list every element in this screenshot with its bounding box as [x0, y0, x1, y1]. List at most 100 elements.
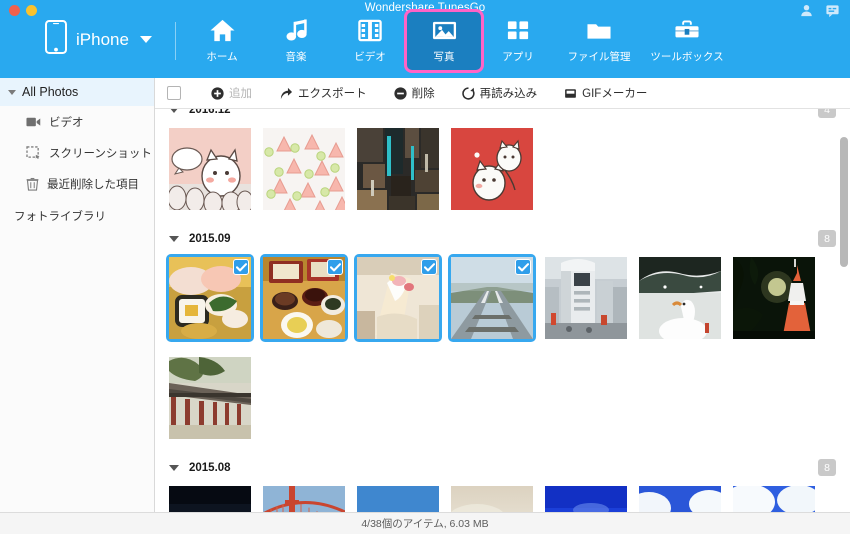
sidebar-item-video[interactable]: ビデオ [0, 106, 154, 137]
tab-photo[interactable]: 写真 [407, 12, 481, 70]
chevron-down-icon[interactable] [8, 89, 16, 95]
photo-thumbnail-cat-penguin-illustration[interactable] [169, 128, 251, 210]
photo-cell[interactable] [263, 482, 357, 512]
photo-thumbnail-cat-red-illustration[interactable] [451, 128, 533, 210]
photo-cell[interactable] [169, 124, 263, 218]
photo-image [733, 257, 815, 339]
photo-cell[interactable] [448, 253, 545, 347]
photo-group-header[interactable]: 2016.12 4 [169, 109, 850, 124]
photo-cell[interactable] [263, 124, 357, 218]
photo-cell[interactable] [451, 124, 545, 218]
chevron-down-icon[interactable] [169, 464, 179, 471]
photo-image [545, 257, 627, 339]
photo-thumbnail-deep-blue[interactable] [545, 486, 627, 512]
photo-row [169, 482, 850, 512]
photo-cell[interactable] [169, 482, 263, 512]
tab-video-label: ビデオ [354, 51, 386, 63]
gif-maker-button[interactable]: GIFメーカー [564, 85, 647, 101]
export-button[interactable]: エクスポート [279, 85, 367, 101]
tab-home[interactable]: ホーム [185, 12, 259, 70]
photo-group-header[interactable]: 2015.09 8 [169, 224, 850, 253]
chevron-down-icon[interactable] [169, 235, 179, 242]
feedback-icon[interactable] [825, 3, 840, 18]
photo-thumbnail-watermelon-kiwi-pattern[interactable] [263, 128, 345, 210]
photo-thumbnail-shrine-corridor[interactable] [169, 357, 251, 439]
window-right-icons [799, 3, 840, 18]
tab-home-label: ホーム [206, 51, 238, 63]
photo-image [169, 128, 251, 210]
photo-grid-scroll-area[interactable]: 2016.12 4 2015.09 8 2015.08 8 [155, 109, 850, 512]
photo-grid: 2016.12 4 2015.09 8 2015.08 8 [155, 109, 850, 512]
tab-video[interactable]: ビデオ [333, 12, 407, 70]
photo-cell[interactable] [357, 482, 451, 512]
photo-image [639, 486, 721, 512]
photo-group-header[interactable]: 2015.08 8 [169, 453, 850, 482]
sidebar-item-screenshot-label: スクリーンショット [49, 147, 152, 160]
photo-selected-checkmark-icon[interactable] [327, 259, 343, 275]
action-toolbar: 追加 エクスポート 削除 再読み込み GIFメーカー [155, 78, 850, 109]
delete-button[interactable]: 削除 [394, 85, 435, 101]
minimize-button[interactable] [26, 5, 37, 16]
photo-cell[interactable] [357, 124, 451, 218]
photo-cell[interactable] [169, 353, 263, 447]
tab-toolbox[interactable]: ツールボックス [643, 12, 731, 70]
sidebar-item-screenshot[interactable]: スクリーンショット [0, 137, 154, 168]
photo-thumbnail-hazy-sky[interactable] [451, 486, 533, 512]
tab-music[interactable]: 音楽 [259, 12, 333, 70]
photo-thumbnail-japanese-meal-set[interactable] [260, 254, 348, 342]
photo-cell[interactable] [545, 253, 639, 347]
photo-icon [431, 18, 458, 43]
photo-thumbnail-swan-on-lake[interactable] [639, 257, 721, 339]
chevron-down-icon[interactable] [169, 109, 179, 113]
photo-cell[interactable] [166, 253, 263, 347]
photo-selected-checkmark-icon[interactable] [421, 259, 437, 275]
photo-image [357, 486, 439, 512]
photo-cell[interactable] [639, 482, 733, 512]
photo-cell[interactable] [733, 253, 827, 347]
tab-file-manager-label: ファイル管理 [567, 51, 631, 63]
photo-thumbnail-dark-horizon[interactable] [169, 486, 251, 512]
photo-thumbnail-clouds-blue[interactable] [639, 486, 721, 512]
photo-cell[interactable] [451, 482, 545, 512]
photo-cell[interactable] [733, 482, 827, 512]
photo-group-count: 8 [818, 230, 836, 247]
sidebar-item-recently-deleted[interactable]: 最近削除した項目 [0, 168, 154, 199]
add-button[interactable]: 追加 [211, 85, 252, 101]
photo-cell[interactable] [639, 253, 733, 347]
photo-image [357, 128, 439, 210]
gif-icon [564, 87, 577, 100]
photo-thumbnail-city-aerial-night[interactable] [357, 128, 439, 210]
photo-thumbnail-railway-tracks[interactable] [448, 254, 536, 342]
photo-cell[interactable] [545, 482, 639, 512]
tab-apps[interactable]: アプリ [481, 12, 555, 70]
chevron-down-icon[interactable] [139, 36, 152, 43]
photo-thumbnail-crepe-dessert[interactable] [354, 254, 442, 342]
tab-file-manager[interactable]: ファイル管理 [555, 12, 643, 70]
photo-group-date: 2016.12 [189, 109, 231, 116]
apps-icon [505, 18, 531, 43]
photo-thumbnail-blue-sky-cloud[interactable] [357, 486, 439, 512]
title-bar: Wondershare TunesGo iPhone ホーム 音楽 ビデオ 写真… [0, 0, 850, 78]
photo-cell[interactable] [260, 253, 357, 347]
photo-image [263, 128, 345, 210]
photo-selected-checkmark-icon[interactable] [515, 259, 531, 275]
photo-thumbnail-city-building[interactable] [545, 257, 627, 339]
minus-circle-icon [394, 86, 407, 100]
sidebar-section-photo-library[interactable]: フォトライブラリ [0, 208, 154, 224]
photo-cell[interactable] [354, 253, 451, 347]
refresh-button[interactable]: 再読み込み [461, 85, 537, 101]
select-all-checkbox[interactable] [167, 86, 181, 100]
photo-thumbnail-bridge-cables[interactable] [263, 486, 345, 512]
photo-thumbnail-tokyo-tower-night[interactable] [733, 257, 815, 339]
photo-group-count: 4 [818, 109, 836, 118]
photo-thumbnail-sushi-plate[interactable] [166, 254, 254, 342]
photo-thumbnail-clouds-white[interactable] [733, 486, 815, 512]
vertical-scrollbar[interactable] [840, 113, 848, 508]
account-icon[interactable] [799, 3, 814, 18]
scrollbar-thumb[interactable] [840, 136, 848, 268]
device-selector[interactable]: iPhone [45, 20, 152, 59]
close-button[interactable] [9, 5, 20, 16]
iphone-icon [45, 20, 67, 59]
photo-selected-checkmark-icon[interactable] [233, 259, 249, 275]
sidebar-item-all-photos[interactable]: All Photos [0, 78, 154, 106]
